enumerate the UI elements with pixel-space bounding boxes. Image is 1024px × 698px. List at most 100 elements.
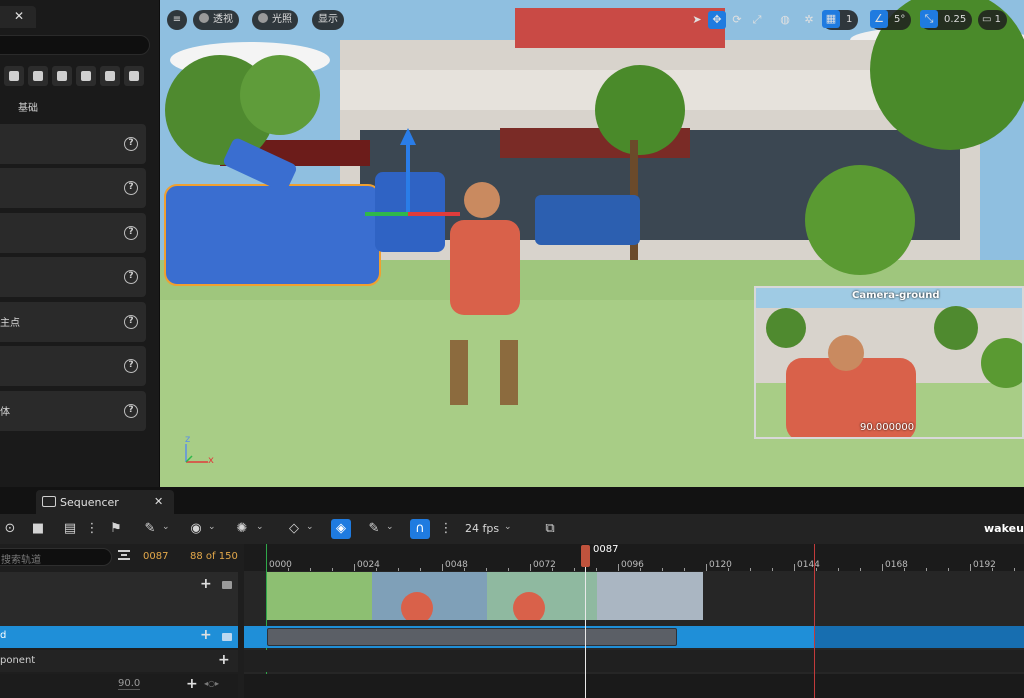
close-icon[interactable]: ✕ <box>14 9 24 23</box>
cube-filter-icon[interactable] <box>76 66 96 86</box>
more-options-icon[interactable]: ⋮ <box>82 519 102 539</box>
ruler-minor-tick <box>376 568 377 571</box>
help-icon[interactable]: ? <box>124 359 138 373</box>
ruler-minor-tick <box>552 568 553 571</box>
selected-track-lane[interactable] <box>244 626 1024 648</box>
sequencer-tab[interactable]: Sequencer ✕ <box>36 490 174 514</box>
details-search-input[interactable] <box>0 35 150 55</box>
snap-magnet-icon[interactable]: ∩ <box>410 519 430 539</box>
more-options-icon[interactable]: ⋮ <box>436 519 456 539</box>
chevron-down-icon[interactable]: ⌄ <box>256 522 264 532</box>
camera-speed-button[interactable]: ▭ 1 <box>978 10 1008 30</box>
translate-icon[interactable]: ✥ <box>708 11 726 29</box>
clapperboard-icon[interactable]: ▤ <box>60 519 80 539</box>
track-section[interactable] <box>267 628 677 646</box>
gear-icon[interactable]: ✺ <box>232 519 252 539</box>
ruler-minor-tick <box>926 568 927 571</box>
show-button[interactable]: 显示 <box>312 10 344 30</box>
add-icon[interactable]: + <box>200 627 212 643</box>
lighting-button[interactable]: 光照 <box>252 10 298 30</box>
keyframe-icon[interactable]: ◇ <box>284 519 304 539</box>
current-frame[interactable]: 0087 <box>143 551 168 562</box>
angle-snap-button[interactable]: ∠ 5° <box>870 10 912 30</box>
camera-speed-icon: ▭ <box>982 14 995 25</box>
timeline-area[interactable]: 0000 0024 0048 0072 0096 0120 0144 0168 0192 008… <box>244 544 1024 698</box>
angle-snap-icon: ∠ <box>870 10 888 28</box>
property-row[interactable]: ? <box>0 168 146 208</box>
cubes-filter-icon[interactable] <box>124 66 144 86</box>
help-icon[interactable]: ? <box>124 181 138 195</box>
add-icon[interactable]: + <box>186 676 198 692</box>
playhead-label: 0087 <box>593 544 619 555</box>
play-filter-icon[interactable] <box>28 66 48 86</box>
timeline-ruler[interactable]: 0000 0024 0048 0072 0096 0120 0144 0168 0192 <box>244 544 1024 571</box>
camera-preview-value: 90.000000 <box>860 422 915 433</box>
curve-editor-icon[interactable]: ⧉ <box>540 519 560 539</box>
post-range-area <box>815 626 1024 648</box>
level-viewport[interactable]: ≡ 透视 光照 显示 ➤ ✥ ⟳ ⤢ ◍ ✲ ▦ 1 ∠ 5° ⤡ 0.25 ▭ 1 … <box>160 0 1024 487</box>
track-search-input[interactable]: 搜索轨道 <box>0 548 112 566</box>
view-mode-button[interactable]: 透视 <box>193 10 239 30</box>
auto-key-icon[interactable]: ◈ <box>331 519 351 539</box>
help-icon[interactable]: ? <box>124 226 138 240</box>
filter-icon[interactable] <box>118 550 130 560</box>
property-row[interactable]: ? <box>0 213 146 253</box>
help-icon[interactable]: ? <box>124 315 138 329</box>
property-row[interactable]: ? <box>0 124 146 164</box>
hierarchy-icon[interactable]: ⚑ <box>106 519 126 539</box>
chevron-down-icon[interactable]: ⌄ <box>504 522 512 532</box>
grid-snap-button[interactable]: ▦ 1 <box>822 10 859 30</box>
chevron-down-icon[interactable]: ⌄ <box>306 522 314 532</box>
camera-icon[interactable] <box>222 581 232 589</box>
add-icon[interactable]: + <box>200 576 212 592</box>
property-track-lane[interactable] <box>244 674 1024 698</box>
basic-category-label[interactable]: 基础 <box>18 99 38 114</box>
scale-icon[interactable]: ⤢ <box>748 11 766 29</box>
ruler-minor-tick <box>728 568 729 571</box>
select-icon[interactable]: ➤ <box>688 11 706 29</box>
track-row-component[interactable]: ponent + <box>0 650 238 672</box>
world-icon[interactable]: ◍ <box>776 11 794 29</box>
help-icon[interactable]: ? <box>124 270 138 284</box>
ruler-minor-tick <box>596 568 597 571</box>
sphere-icon <box>258 13 268 23</box>
camera-track-icon[interactable]: ⊙ <box>0 519 20 539</box>
physics-filter-icon[interactable] <box>52 66 72 86</box>
surface-snap-icon[interactable]: ✲ <box>800 11 818 29</box>
property-row[interactable]: ? <box>0 346 146 386</box>
property-row-principal-point[interactable]: 主点? <box>0 302 146 342</box>
eye-icon[interactable]: ◉ <box>186 519 206 539</box>
close-icon[interactable]: ✕ <box>154 495 163 508</box>
component-track-lane[interactable] <box>244 650 1024 672</box>
chevron-down-icon[interactable]: ⌄ <box>386 522 394 532</box>
wrench-icon[interactable]: ✎ <box>140 519 160 539</box>
add-icon[interactable]: + <box>218 652 230 668</box>
camera-icon[interactable]: ■ <box>28 519 48 539</box>
track-row-camera-cuts[interactable]: + <box>0 572 238 626</box>
chevron-down-icon[interactable]: ⌄ <box>162 522 170 532</box>
track-outliner: 搜索轨道 0087 88 of 150 + d + ponent + 90.0 … <box>0 544 244 698</box>
track-row-property[interactable]: 90.0 + ◂○▸ <box>0 674 238 698</box>
help-icon[interactable]: ? <box>124 137 138 151</box>
details-tab[interactable]: ✕ <box>0 6 36 28</box>
camera-icon[interactable] <box>222 633 232 641</box>
property-row-body[interactable]: 体? <box>0 391 146 431</box>
camera-cut-section[interactable] <box>267 572 703 624</box>
viewport-menu-button[interactable]: ≡ <box>167 10 187 30</box>
key-nav-icon[interactable]: ◂○▸ <box>204 679 219 688</box>
ruler-minor-tick <box>508 568 509 571</box>
window-filter-icon[interactable] <box>100 66 120 86</box>
chevron-down-icon[interactable]: ⌄ <box>208 522 216 532</box>
playhead-handle[interactable] <box>581 545 590 567</box>
framerate-dropdown[interactable]: 24 fps <box>465 522 499 535</box>
scale-snap-button[interactable]: ⤡ 0.25 <box>920 10 973 30</box>
mesh-filter-icon[interactable] <box>4 66 24 86</box>
help-icon[interactable]: ? <box>124 404 138 418</box>
ruler-minor-tick <box>750 568 751 571</box>
ruler-minor-tick <box>398 568 399 571</box>
track-row-selected[interactable]: d + <box>0 626 238 648</box>
pencil-icon[interactable]: ✎ <box>364 519 384 539</box>
grid-snap-icon: ▦ <box>822 10 840 28</box>
rotate-icon[interactable]: ⟳ <box>728 11 746 29</box>
property-row[interactable]: ? <box>0 257 146 297</box>
